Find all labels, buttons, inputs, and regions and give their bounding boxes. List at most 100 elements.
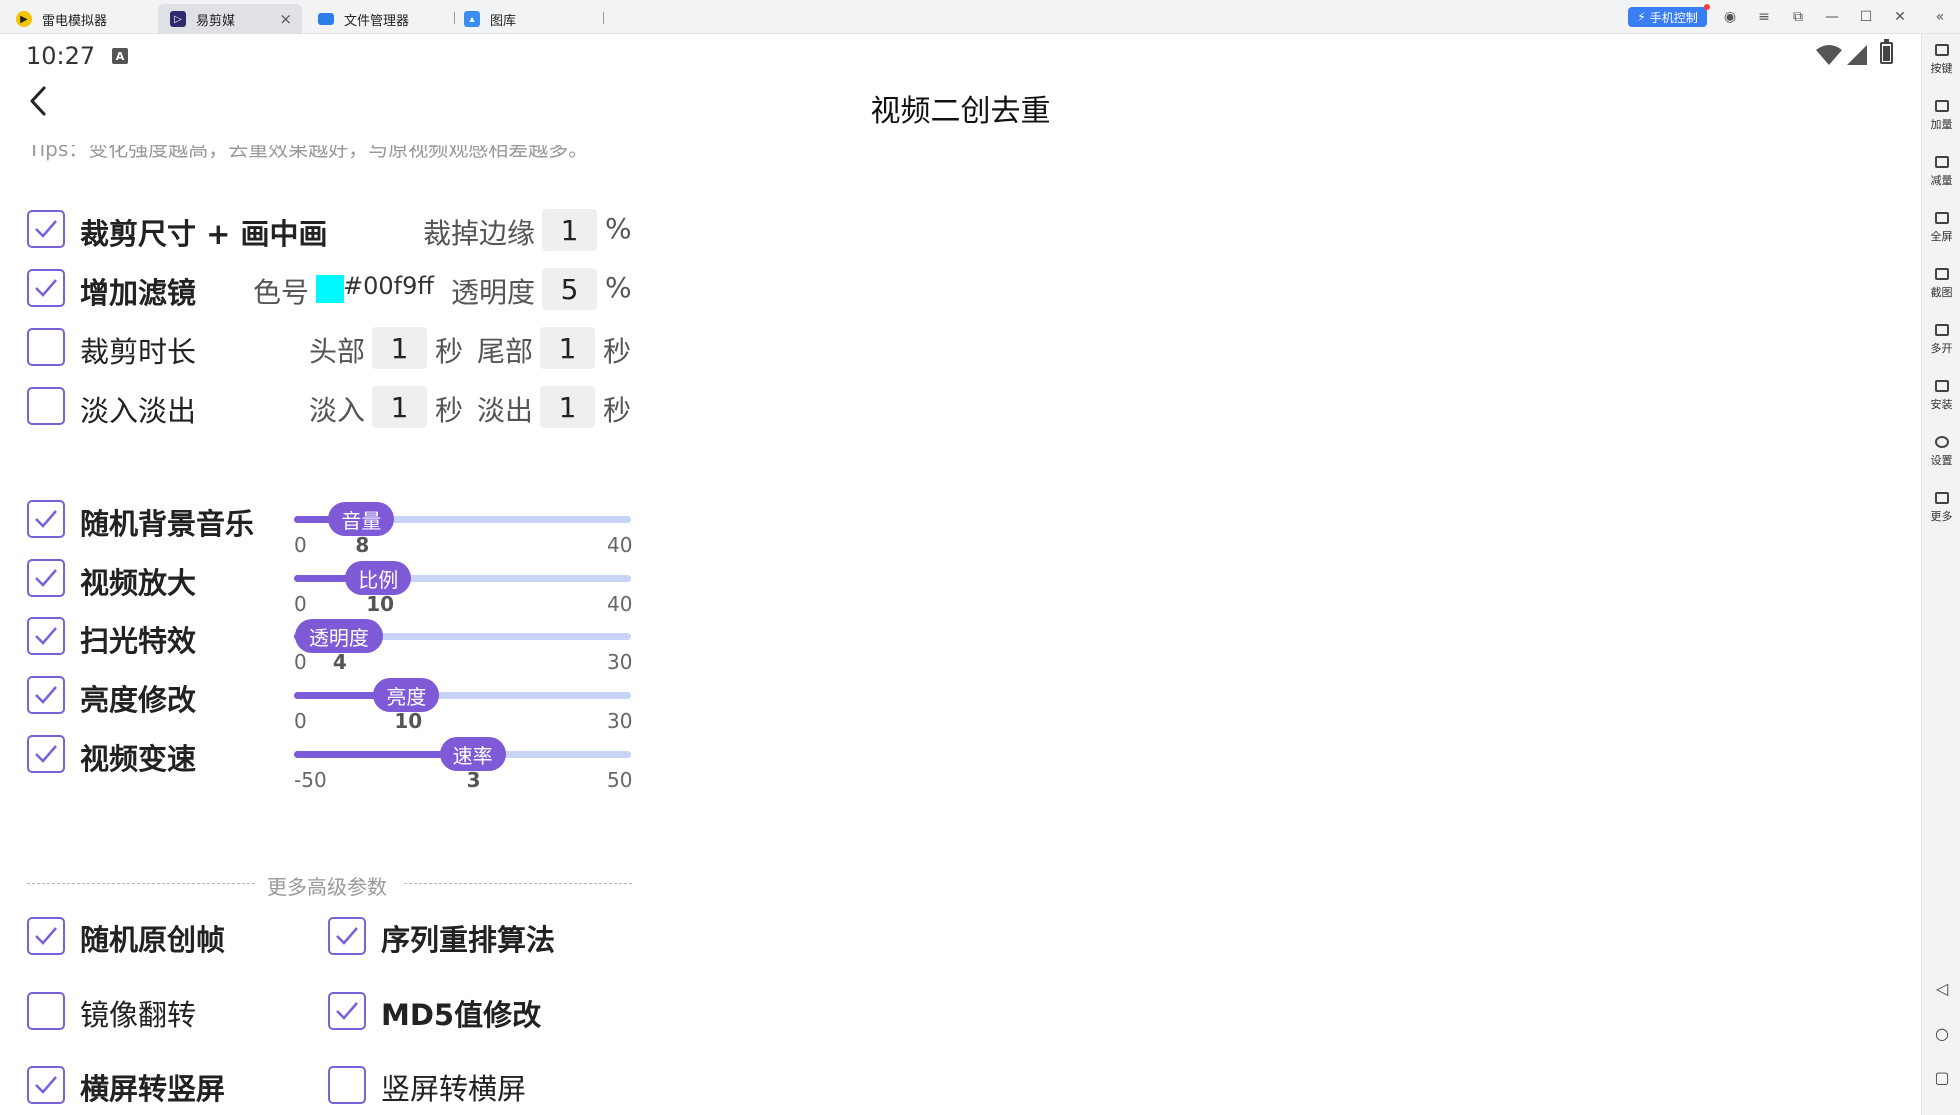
tab-app[interactable]: ▷ 易剪媒 × — [158, 4, 302, 34]
sidebar-label: 加量 — [1930, 118, 1953, 131]
battery-icon — [1880, 39, 1893, 64]
slider-thumb[interactable]: 音量 — [328, 502, 395, 536]
trim-head-input[interactable]: 1 — [372, 327, 427, 369]
option-row-trim: 裁剪时长 头部 1 秒 尾部 1 秒 — [0, 319, 640, 379]
sidebar-label: 全屏 — [1930, 230, 1953, 243]
sidebar-install-button[interactable]: 安装 — [1922, 374, 1960, 424]
slider-thumb[interactable]: 透明度 — [294, 619, 383, 653]
sidebar-screenshot-button[interactable]: 截图 — [1922, 262, 1960, 312]
fade-in-unit: 秒 — [435, 394, 464, 427]
advanced-checkbox[interactable] — [328, 917, 366, 955]
trim-checkbox[interactable] — [27, 328, 65, 366]
sidebar-settings-button[interactable]: 设置 — [1922, 430, 1960, 480]
trim-tail-input[interactable]: 1 — [540, 327, 595, 369]
advanced-divider-label: 更多高级参数 — [267, 875, 387, 899]
filter-opacity-input[interactable]: 5 — [542, 268, 597, 310]
sidebar-keymap-button[interactable]: 按键 — [1922, 38, 1960, 88]
leidian-logo-icon: ▶ — [16, 11, 32, 27]
tips-text: Tips：变化强度越高，去重效果越好，与原视频观感相差越多。 — [28, 145, 589, 161]
notification-a-icon: A — [112, 48, 128, 64]
page-title: 视频二创去重 — [870, 94, 1051, 129]
settings-icon — [1934, 436, 1949, 448]
trim-tail-label: 尾部 — [477, 335, 534, 368]
crop-unit: % — [605, 212, 632, 245]
sidebar-volume-up-button[interactable]: 加量 — [1922, 94, 1960, 144]
collapse-sidebar-icon[interactable]: « — [1931, 8, 1949, 26]
slider-thumb[interactable]: 亮度 — [373, 678, 440, 712]
tab-label: 雷电模拟器 — [42, 13, 108, 29]
slider-track[interactable] — [294, 692, 631, 699]
install-icon — [1934, 380, 1949, 392]
keyboard-icon — [1934, 44, 1949, 56]
more-icon — [1934, 492, 1949, 504]
crop-checkbox[interactable] — [27, 210, 65, 248]
sidebar-fullscreen-button[interactable]: 全屏 — [1922, 206, 1960, 256]
slider-checkbox[interactable] — [27, 559, 65, 597]
volume-up-icon — [1934, 100, 1949, 112]
tab-separator — [603, 12, 604, 24]
tab-leidian[interactable]: ▶ 雷电模拟器 — [4, 4, 154, 34]
tab-gallery[interactable]: ▴ 图库 — [452, 4, 602, 34]
fade-in-label: 淡入 — [309, 394, 366, 427]
slider-checkbox[interactable] — [27, 676, 65, 714]
fade-checkbox[interactable] — [27, 387, 65, 425]
slider-checkbox[interactable] — [27, 617, 65, 655]
android-back-icon[interactable]: ◁ — [1932, 978, 1952, 998]
menu-icon[interactable]: ≡ — [1755, 8, 1773, 26]
sidebar-label: 截图 — [1930, 286, 1953, 299]
advanced-option-label: 序列重排算法 — [381, 923, 556, 957]
account-icon[interactable]: ◉ — [1721, 8, 1739, 26]
filter-color-value[interactable]: #00f9ff — [343, 272, 434, 300]
close-tab-icon[interactable]: × — [279, 10, 292, 28]
sidebar-volume-down-button[interactable]: 减量 — [1922, 150, 1960, 200]
filter-color-swatch[interactable] — [316, 275, 344, 303]
lightning-icon: ⚡ — [1637, 10, 1646, 24]
restore-window-icon[interactable]: ⧉ — [1789, 8, 1807, 26]
phone-control-button[interactable]: ⚡ 手机控制 — [1628, 4, 1710, 27]
slider-checkbox[interactable] — [27, 500, 65, 538]
fade-out-input[interactable]: 1 — [540, 386, 595, 428]
filter-color-label: 色号 — [253, 276, 310, 309]
android-home-icon[interactable]: ○ — [1932, 1023, 1952, 1043]
sidebar-label: 设置 — [1930, 454, 1953, 467]
cell-signal-icon — [1847, 45, 1867, 65]
slider-thumb[interactable]: 速率 — [439, 737, 506, 771]
maximize-icon[interactable]: ☐ — [1857, 8, 1875, 26]
option-row-crop: 裁剪尺寸 + 画中画 裁掉边缘 1 % — [0, 201, 640, 261]
crop-label: 裁剪尺寸 + 画中画 — [80, 217, 328, 251]
advanced-checkbox[interactable] — [27, 917, 65, 955]
fade-in-input[interactable]: 1 — [372, 386, 427, 428]
crop-edge-input[interactable]: 1 — [542, 209, 597, 251]
slider-row: 随机背景音乐 音量 0 8 40 — [0, 489, 640, 557]
advanced-checkbox[interactable] — [27, 992, 65, 1030]
status-bar: 10:27 A — [0, 34, 1921, 78]
scissors-icon — [1934, 268, 1949, 280]
advanced-checkbox[interactable] — [328, 992, 366, 1030]
slider-min-label: -50 — [294, 768, 327, 792]
trim-tail-unit: 秒 — [603, 335, 632, 368]
slider-thumb[interactable]: 比例 — [345, 561, 412, 595]
filter-checkbox[interactable] — [27, 269, 65, 307]
slider-option-label: 视频变速 — [80, 742, 197, 776]
advanced-option-label: 竖屏转横屏 — [381, 1072, 527, 1106]
advanced-checkbox[interactable] — [27, 1066, 65, 1104]
tab-file-manager[interactable]: 文件管理器 — [306, 4, 452, 34]
option-row-filter: 增加滤镜 色号 #00f9ff 透明度 5 % — [0, 260, 640, 320]
divider-line-right — [404, 883, 632, 884]
trim-head-label: 头部 — [309, 335, 366, 368]
android-screen: 10:27 A 视频二创去重 Tips：变化强度越高，去重效果越好，与原视频观感… — [0, 34, 1921, 1115]
slider-option-label: 亮度修改 — [80, 683, 197, 717]
fade-out-unit: 秒 — [603, 394, 632, 427]
android-recents-icon[interactable]: ▢ — [1932, 1067, 1952, 1087]
advanced-checkbox[interactable] — [328, 1066, 366, 1104]
slider-option-label: 视频放大 — [80, 566, 197, 600]
sidebar-multi-instance-button[interactable]: 多开 — [1922, 318, 1960, 368]
close-window-icon[interactable]: ✕ — [1891, 8, 1909, 26]
trim-label: 裁剪时长 — [80, 335, 197, 369]
advanced-option-label: 横屏转竖屏 — [80, 1072, 226, 1106]
sidebar-more-button[interactable]: 更多 — [1922, 486, 1960, 536]
sidebar-label: 按键 — [1930, 62, 1953, 75]
minimize-icon[interactable]: — — [1823, 8, 1841, 26]
slider-value-label: 3 — [466, 768, 481, 792]
slider-checkbox[interactable] — [27, 735, 65, 773]
